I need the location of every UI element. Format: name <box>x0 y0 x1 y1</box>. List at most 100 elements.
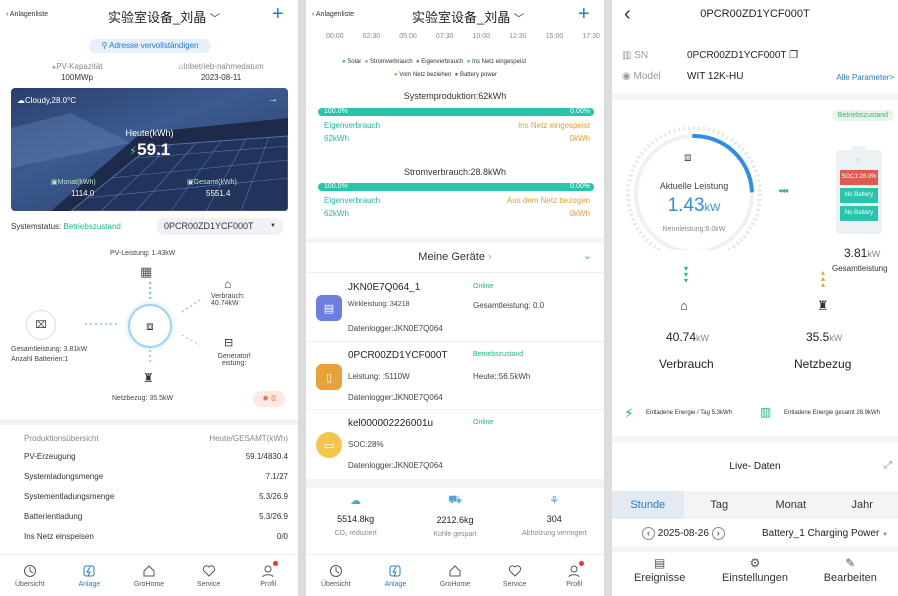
legend-item[interactable]: ● Battery power <box>455 72 497 78</box>
add-icon[interactable]: + <box>578 3 590 26</box>
battery-icon[interactable]: ⌧ <box>26 310 56 340</box>
battery-total: Gesamtleistung: 3.81kW <box>11 346 88 353</box>
production-left-value: 62kWh <box>324 134 349 143</box>
nav-profile[interactable]: Profil <box>238 555 298 596</box>
legend-item[interactable]: ● Vom Netz beziehen <box>394 72 451 78</box>
eco-value: 304 <box>546 514 562 524</box>
expand-icon[interactable]: ⤢ <box>884 460 892 471</box>
nav-profile[interactable]: Profil <box>544 555 604 596</box>
devices-title[interactable]: Meine Geräte › <box>306 251 604 263</box>
grid-label: Netzbezug <box>794 357 852 371</box>
nav-grohome[interactable]: GroHome <box>119 555 179 596</box>
next-date-icon[interactable]: › <box>711 527 725 540</box>
action-bar: ▤ Ereignisse ⚙ Einstellungen ✎ Bearbeiten <box>612 553 898 596</box>
consumption-label: Verbrauch <box>659 357 714 371</box>
current-power-label: Aktuelle Leistung <box>659 181 729 191</box>
legend-item[interactable]: ● Stromverbrauch <box>365 59 413 65</box>
nav-grohome[interactable]: GroHome <box>425 555 485 596</box>
inverter-node[interactable]: ⧈ <box>128 304 172 348</box>
generator-icon: ⊟ <box>224 337 234 349</box>
battery-soc: SOC1:28.0% <box>840 170 878 185</box>
settings-button[interactable]: ⚙ Einstellungen <box>707 553 802 596</box>
live-title: Live- Daten <box>729 461 781 472</box>
overview-label: Produktionsübersicht <box>24 434 99 443</box>
edit-icon: ✎ <box>845 556 856 570</box>
eco-coal: ⛟ 2212.6kg Kohle gespart <box>405 488 504 554</box>
current-date[interactable]: 2025-08-26 <box>658 528 709 539</box>
device-detail-panel: ‹ 0PCR00ZD1YCF000T ▥ SN 0PCR00ZD1YCF000T… <box>612 0 898 596</box>
plant-icon <box>83 565 95 576</box>
nav-plant[interactable]: Anlage <box>366 555 426 596</box>
consumption-left-pct: 100.0% <box>324 183 348 190</box>
tree-icon: ⚘ <box>549 495 560 507</box>
device-status: Online <box>473 419 494 426</box>
alarm-badge[interactable]: ✹ 0 <box>253 391 285 407</box>
devices-card: Meine Geräte › ⌄ ▤ JKN0E7Q064_1 Online W… <box>306 243 604 479</box>
tab-day[interactable]: Tag <box>684 491 756 519</box>
chart-legend: ● Solar ● Stromverbrauch ● Eigenverbrauc… <box>342 59 526 65</box>
nav-plant[interactable]: Anlage <box>60 555 120 596</box>
battery-power-label: Gesamtleistung <box>832 264 888 273</box>
overview-table: PV-Erzeugung 59.1/4830.4 Systemladungsmen… <box>24 452 288 552</box>
edit-button[interactable]: ✎ Bearbeiten <box>803 553 898 596</box>
device-name: kel000002226001u <box>348 418 434 429</box>
eco-label: Abholzung verringert <box>522 530 587 537</box>
overview-row: Ins Netz einspeisen 0/0 <box>24 532 288 541</box>
heart-icon <box>508 564 521 577</box>
tab-year[interactable]: Jahr <box>827 491 898 519</box>
bolt-icon: ⚡ <box>855 156 861 165</box>
consumption-right-value: 0kWh <box>569 209 590 218</box>
battery-power-value: 3.81kW <box>844 246 881 260</box>
bar-chart-icon: ▥ <box>760 405 772 419</box>
home-icon <box>143 564 155 576</box>
production-left-pct: 100.0% <box>324 108 348 115</box>
events-button[interactable]: ▤ Ereignisse <box>612 553 707 596</box>
legend-item[interactable]: ● Ins Netz eingespeist <box>467 59 526 65</box>
generator-label: Generatorl eistung: <box>217 353 251 367</box>
time-tick: 07:30 <box>435 33 454 40</box>
eco-value: 5514.8kg <box>337 514 375 524</box>
nav-overview[interactable]: Übersicht <box>0 555 60 596</box>
plant-icon <box>389 565 401 576</box>
device-detail: Gesamtleistung: 0.0 <box>473 301 545 310</box>
events-icon: ▤ <box>653 556 666 570</box>
period-tabs: Stunde Tag Monat Jahr <box>612 491 898 519</box>
copy-icon[interactable]: ❐ <box>789 50 798 61</box>
collapse-icon[interactable]: ⌄ <box>583 249 592 262</box>
overview-row: PV-Erzeugung 59.1/4830.4 <box>24 452 288 461</box>
tab-hour[interactable]: Stunde <box>612 491 684 519</box>
time-axis: 00:00 02:30 05:00 07:30 10:00 12:30 15:0… <box>326 33 600 40</box>
legend-item[interactable]: ● Solar <box>342 59 361 65</box>
tab-month[interactable]: Monat <box>755 491 827 519</box>
consumption-right-pct: 0.00% <box>570 183 590 190</box>
flow-arrows-down: ▾ ▾ ▾ <box>684 264 689 285</box>
nav-service[interactable]: Service <box>485 555 545 596</box>
device-name: 0PCR00ZD1YCF000T <box>348 350 448 361</box>
nav-overview[interactable]: Übersicht <box>306 555 366 596</box>
eco-trees: ⚘ 304 Abholzung verringert <box>505 488 604 554</box>
device-logger: Datenlogger:JKN0E7Q064 <box>348 393 443 402</box>
page-title[interactable]: 实验室设备_刘晶 ﹀ <box>412 7 524 26</box>
model-label: ◉ Model <box>622 71 661 82</box>
overview-row: Batterientladung 5.3/26.9 <box>24 512 288 521</box>
back-button[interactable]: ‹ Anlagenliste <box>312 11 354 18</box>
home-icon: ⌂ <box>224 277 232 291</box>
production-bar <box>318 108 594 116</box>
clock-icon <box>329 564 342 577</box>
eco-co2: ☁ 5514.8kg CO₂ reduziert <box>306 488 405 554</box>
consumption-right-label: Aus dem Netz bezogen <box>506 196 590 205</box>
overview-row: Systemladungsmenge 7.1/27 <box>24 472 288 481</box>
device-logger: Datenlogger:JKN0E7Q064 <box>348 461 443 470</box>
device-item[interactable]: ▤ JKN0E7Q064_1 Online Wirkleistung: 3421… <box>306 273 604 339</box>
datalogger-icon: ▤ <box>316 295 342 321</box>
notification-dot <box>272 561 278 566</box>
battery-graphic: ⚡ SOC1:28.0% No Battery No Battery <box>836 146 882 234</box>
page-title-text: 实验室设备_刘晶 <box>412 10 511 25</box>
device-item[interactable]: ▭ kel000002226001u Online SOC:28% Datenl… <box>306 410 604 476</box>
nav-service[interactable]: Service <box>179 555 239 596</box>
legend-item[interactable]: ● Eigenverbrauch <box>416 59 463 65</box>
series-select[interactable]: Battery_1 Charging Power ▼ <box>762 528 888 539</box>
all-params-link[interactable]: Alle Parameter> <box>836 73 894 82</box>
prev-date-icon[interactable]: ‹ <box>642 527 655 540</box>
device-item[interactable]: ▯ 0PCR00ZD1YCF000T Betriebszustand Leist… <box>306 342 604 408</box>
